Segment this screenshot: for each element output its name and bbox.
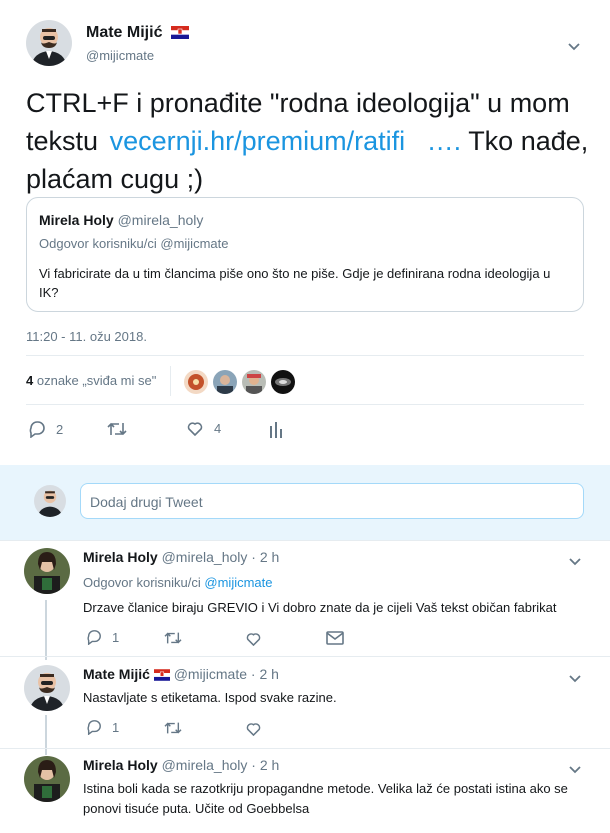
likes-label: oznake „sviđa mi se" — [36, 373, 157, 388]
reply-time[interactable]: · 2 h — [251, 757, 279, 773]
author-row: Mate Mijić — [86, 24, 189, 44]
quoted-tweet-text: Vi fabricirate da u tim člancima piše on… — [39, 266, 551, 300]
reply-text: Drzave članice biraju GREVIO i Vi dobro … — [83, 600, 557, 615]
liker-avatars — [184, 370, 295, 394]
avatar-mirela-holy[interactable] — [24, 548, 70, 594]
reply-button[interactable]: 1 — [86, 629, 119, 645]
divider — [170, 366, 171, 396]
reply-to-handle[interactable]: @mijicmate — [204, 575, 272, 590]
heart-icon — [246, 723, 261, 737]
reply-icon — [87, 630, 101, 645]
tweet-link-ellipsis[interactable]: …. — [427, 126, 462, 156]
reply-text: Istina boli kada se razotkriju propagand… — [83, 781, 568, 816]
like-button[interactable] — [245, 631, 262, 651]
divider — [26, 355, 584, 356]
divider — [0, 656, 610, 657]
reply-header: Mirela Holy @mirela_holy · 2 h — [83, 549, 279, 565]
like-count: 4 — [214, 420, 222, 436]
reply-header: Mate Mijić @mijicmate · 2 h — [83, 666, 279, 684]
reply-button[interactable]: 1 — [86, 719, 119, 735]
likes-count: 4 — [26, 373, 34, 388]
croatia-flag-icon — [153, 668, 170, 684]
divider — [0, 540, 610, 541]
author-name[interactable]: Mate Mijić — [86, 24, 162, 41]
reply-time[interactable]: · 2 h — [251, 666, 279, 682]
reply-count: 1 — [112, 629, 120, 645]
reply-to-line: Odgovor korisniku/ci @mijicmate — [83, 575, 273, 590]
reply-button[interactable]: 2 — [28, 420, 63, 438]
retweet-button[interactable] — [106, 420, 128, 438]
reply-author-name[interactable]: Mirela Holy — [83, 549, 158, 565]
chevron-down-icon[interactable] — [569, 553, 581, 571]
avatar-mate-mijic[interactable] — [26, 20, 72, 66]
quoted-author-handle: @mirela_holy — [117, 212, 204, 228]
like-button[interactable] — [245, 721, 262, 741]
like-button[interactable]: 4 — [186, 420, 221, 436]
compose-placeholder: Dodaj drugi Tweet — [90, 494, 203, 510]
divider — [26, 404, 584, 405]
liker-avatar[interactable] — [242, 370, 266, 394]
envelope-icon — [326, 631, 344, 645]
liker-avatar[interactable] — [271, 370, 295, 394]
author-handle[interactable]: @mijicmate — [86, 48, 154, 63]
reply-author-name[interactable]: Mate Mijić — [83, 666, 150, 682]
tweet-link[interactable]: vecernji.hr/premium/ratifi — [110, 126, 406, 156]
reply-author-name[interactable]: Mirela Holy — [83, 757, 158, 773]
liker-avatar[interactable] — [184, 370, 208, 394]
quoted-tweet-card[interactable]: Mirela Holy @mirela_holy Odgovor korisni… — [26, 197, 584, 312]
retweet-button[interactable] — [163, 630, 183, 651]
chevron-down-icon[interactable] — [568, 38, 580, 56]
chevron-down-icon[interactable] — [569, 761, 581, 779]
retweet-icon — [107, 422, 127, 436]
reply-icon — [87, 720, 101, 735]
reply-to-prefix: Odgovor korisniku/ci — [83, 575, 201, 590]
avatar-mate-mijic[interactable] — [24, 665, 70, 711]
croatia-flag-icon — [170, 26, 189, 44]
reply-count: 1 — [112, 719, 120, 735]
reply-author-handle[interactable]: @mirela_holy — [162, 549, 248, 565]
quoted-author-name: Mirela Holy — [39, 212, 114, 228]
thread-line — [45, 715, 47, 755]
tweet-timestamp[interactable]: 11:20 - 11. ožu 2018. — [26, 329, 147, 344]
retweet-icon — [164, 632, 182, 644]
reply-time[interactable]: · 2 h — [251, 549, 279, 565]
heart-icon — [246, 633, 261, 647]
tweet-text: CTRL+F i pronađite "rodna ideologija" u … — [26, 84, 596, 198]
analytics-icon — [270, 422, 282, 438]
reply-author-handle[interactable]: @mirela_holy — [162, 757, 248, 773]
avatar-mirela-holy[interactable] — [24, 756, 70, 802]
compose-input[interactable]: Dodaj drugi Tweet — [80, 483, 584, 519]
retweet-button[interactable] — [163, 720, 183, 741]
quoted-reply-to: Odgovor korisniku/ci @mijicmate — [39, 236, 229, 251]
avatar-current-user[interactable] — [34, 485, 66, 517]
retweet-icon — [164, 722, 182, 734]
liker-avatar[interactable] — [213, 370, 237, 394]
analytics-button[interactable] — [268, 420, 284, 438]
thread-line — [45, 600, 47, 660]
chevron-down-icon[interactable] — [569, 670, 581, 688]
reply-text: Nastavljate s etiketama. Ispod svake raz… — [83, 690, 337, 705]
direct-message-button[interactable] — [326, 631, 344, 650]
reply-author-handle[interactable]: @mijicmate — [174, 666, 247, 682]
reply-count: 2 — [56, 421, 64, 437]
likes-summary[interactable]: 4 oznake „sviđa mi se" — [26, 373, 156, 388]
divider — [0, 748, 610, 749]
reply-header: Mirela Holy @mirela_holy · 2 h — [83, 757, 279, 773]
reply-icon — [29, 421, 45, 438]
heart-icon — [187, 422, 203, 436]
